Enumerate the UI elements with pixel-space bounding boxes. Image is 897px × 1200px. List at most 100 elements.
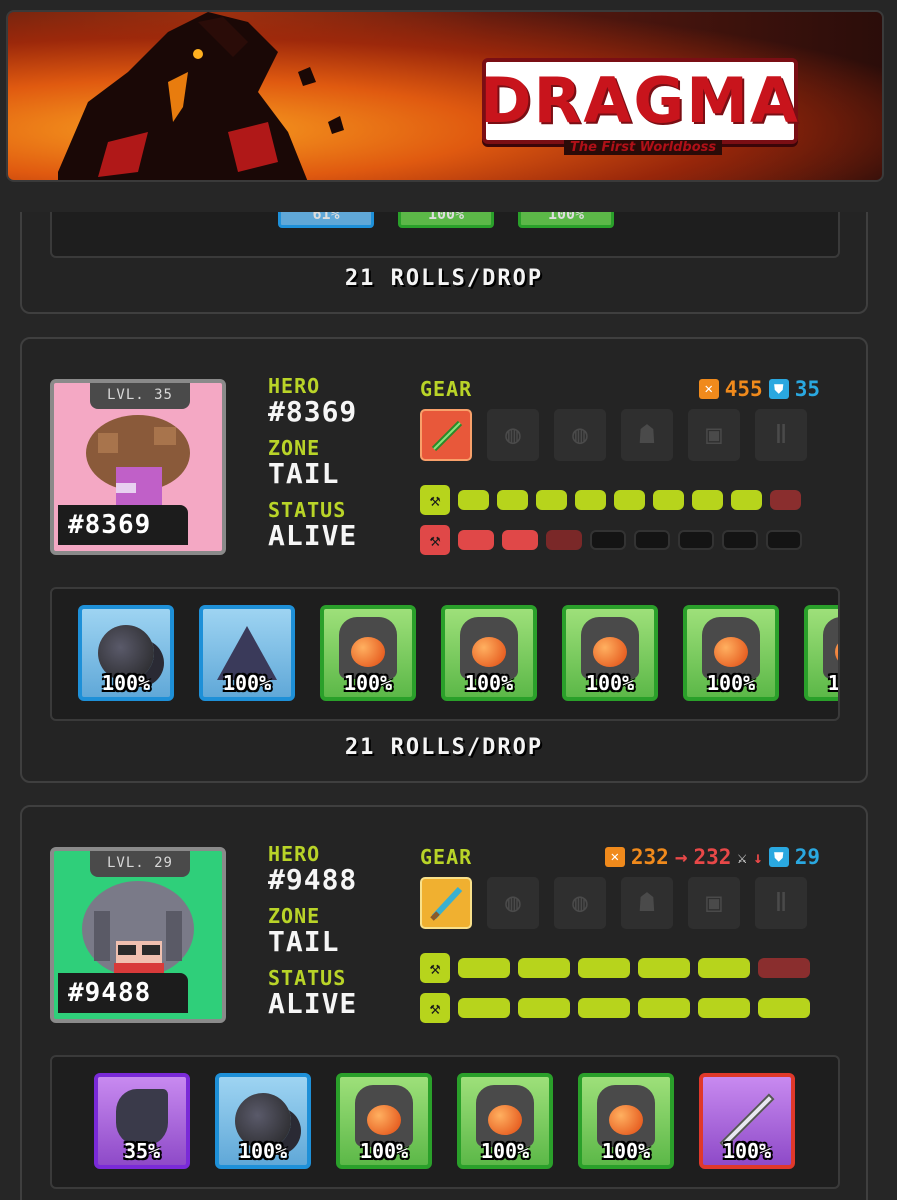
attack-value: 455 <box>724 377 763 401</box>
pants-icon[interactable]: Ⅱ <box>755 409 807 461</box>
bar-segment <box>678 530 714 550</box>
bar-segment <box>653 490 684 510</box>
drop-chance: 100% <box>480 1139 530 1163</box>
drop-item[interactable]: 100% <box>562 605 658 701</box>
bar-segment <box>766 530 802 550</box>
health-bar: ⚒ <box>420 525 802 555</box>
ring-icon[interactable]: ◍ <box>487 877 539 929</box>
bar-segment <box>502 530 538 550</box>
weapon-icon: ⚒ <box>420 525 450 555</box>
drop-item[interactable]: 100% <box>699 1073 795 1169</box>
hero-id-tag: #8369 <box>58 505 188 545</box>
attack-after-value: 232 <box>693 845 732 869</box>
defense-value: 35 <box>794 377 820 401</box>
bar-segment <box>758 958 810 978</box>
drop-item[interactable]: 35% <box>94 1073 190 1169</box>
bar-segment <box>638 958 690 978</box>
attack-value: 232 <box>630 845 669 869</box>
drop-item[interactable]: 100% <box>578 1073 674 1169</box>
drop-item[interactable]: 100% <box>441 605 537 701</box>
lava-pot-icon <box>823 617 838 679</box>
status-value: ALIVE <box>268 987 358 1020</box>
hero-stats: ✕ 455 ⛊ 35 <box>698 377 820 401</box>
drop-item[interactable]: 100% <box>78 605 174 701</box>
ice-blade-icon <box>430 886 463 921</box>
drop-chance: 100% <box>343 671 393 695</box>
drop-chance: 100% <box>464 671 514 695</box>
gear-slots: ◍ ◍ ☗ ▣ Ⅱ <box>420 409 807 461</box>
lava-pot-icon <box>355 1085 413 1147</box>
boss-banner: DRAGMA The First Worldboss <box>6 10 884 182</box>
drop-item[interactable]: 100% <box>336 1073 432 1169</box>
bar-segment <box>458 998 510 1018</box>
bar-segment <box>518 998 570 1018</box>
pants-icon[interactable]: Ⅱ <box>755 877 807 929</box>
ring-icon[interactable]: ◍ <box>554 877 606 929</box>
green-sword-icon <box>431 420 463 452</box>
weapon-icon: ⚒ <box>420 485 450 515</box>
ring-icon[interactable]: ◍ <box>554 409 606 461</box>
helmet-icon[interactable]: ☗ <box>621 877 673 929</box>
dragon-boss-art <box>58 12 344 180</box>
drop-item[interactable]: 100% <box>457 1073 553 1169</box>
drop-item-0[interactable]: 61% <box>278 212 374 228</box>
drop-chance: 100% <box>827 671 840 695</box>
bar-segment <box>497 490 528 510</box>
hero-id: #8369 <box>268 395 358 428</box>
hero-label: HERO <box>268 842 321 866</box>
bar-segment <box>578 998 630 1018</box>
hero-card-previous: 61% 100% 100% 21 ROLLS/DROP <box>20 212 868 314</box>
weapon-icon: ⚒ <box>420 993 450 1023</box>
drop-item[interactable]: 100% <box>683 605 779 701</box>
hero-level: LVL. 29 <box>90 851 190 877</box>
drop-chance: 100% <box>706 671 756 695</box>
drop-item-2[interactable]: 100% <box>518 212 614 228</box>
ring-icon[interactable]: ◍ <box>487 409 539 461</box>
rolls-per-drop: 21 ROLLS/DROP <box>344 266 544 291</box>
status-label: STATUS <box>268 498 347 522</box>
armor-icon[interactable]: ▣ <box>688 877 740 929</box>
hero-info: HERO #9488 ZONE TAIL STATUS ALIVE <box>268 843 408 1029</box>
drop-chance: 100% <box>101 671 151 695</box>
drop-items-panel: 35% 100% 100% 100% 100% 100% <box>50 1055 840 1189</box>
bar-segment <box>698 958 750 978</box>
durability-bar: ⚒ <box>420 953 810 983</box>
weapon-icon: ⚒ <box>420 953 450 983</box>
drop-chance: 100% <box>238 1139 288 1163</box>
drop-chance: 35% <box>123 1139 161 1163</box>
hero-portrait[interactable]: LVL. 29 #9488 <box>50 847 226 1023</box>
armor-icon[interactable]: ▣ <box>688 409 740 461</box>
bar-segment <box>590 530 626 550</box>
bar-segment <box>731 490 762 510</box>
drop-item[interactable]: 100% <box>804 605 840 701</box>
weapon-slot[interactable] <box>420 877 472 929</box>
hero-label: HERO <box>268 374 321 398</box>
bar-segment <box>518 958 570 978</box>
drop-item[interactable]: 100% <box>215 1073 311 1169</box>
drop-item-1[interactable]: 100% <box>398 212 494 228</box>
lava-pot-icon <box>476 1085 534 1147</box>
drop-items-panel: 100% 100% 100% 100% 100% 100% 100% <box>50 587 840 721</box>
weapon-slot[interactable] <box>420 409 472 461</box>
health-bar: ⚒ <box>420 993 810 1023</box>
bar-segment <box>770 490 801 510</box>
hero-portrait[interactable]: LVL. 35 #8369 <box>50 379 226 555</box>
boss-title: DRAGMA <box>480 64 800 137</box>
bar-segment <box>575 490 606 510</box>
boss-subtitle: The First Worldboss <box>564 140 723 155</box>
drop-item[interactable]: 100% <box>320 605 416 701</box>
rolls-per-drop: 21 ROLLS/DROP <box>344 735 544 760</box>
bar-segment <box>578 958 630 978</box>
hero-id-tag: #9488 <box>58 973 188 1013</box>
drop-chance: 100% <box>722 1139 772 1163</box>
bar-segment <box>638 998 690 1018</box>
drop-items-list: 100% 100% 100% 100% 100% 100% 100% <box>78 605 840 701</box>
defense-value: 29 <box>794 845 820 869</box>
arrow-down-icon: ↓ <box>753 847 763 867</box>
helmet-icon[interactable]: ☗ <box>621 409 673 461</box>
bar-segment <box>692 490 723 510</box>
hero-card: LVL. 35 #8369 HERO #8369 ZONE TAIL STATU… <box>20 337 868 783</box>
lava-pot-icon <box>581 617 639 679</box>
bar-segment <box>722 530 758 550</box>
drop-item[interactable]: 100% <box>199 605 295 701</box>
